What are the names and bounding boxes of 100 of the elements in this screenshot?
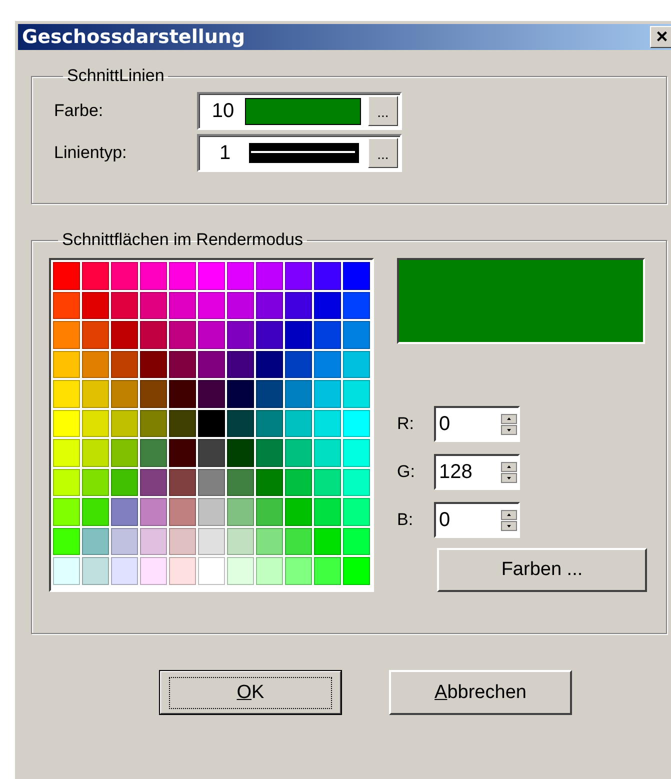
color-cell[interactable]: [227, 439, 254, 466]
color-cell[interactable]: [82, 410, 109, 437]
color-cell[interactable]: [111, 439, 138, 466]
color-cell[interactable]: [111, 292, 138, 319]
color-cell[interactable]: [343, 410, 370, 437]
color-cell[interactable]: [53, 321, 80, 348]
color-cell[interactable]: [53, 350, 80, 378]
color-cell[interactable]: [227, 350, 254, 378]
spin-field[interactable]: 0: [434, 406, 520, 442]
color-cell[interactable]: [227, 410, 254, 437]
color-cell[interactable]: [256, 321, 283, 348]
color-cell[interactable]: [53, 498, 80, 526]
color-cell[interactable]: [169, 292, 196, 319]
color-cell[interactable]: [343, 262, 370, 290]
color-cell[interactable]: [169, 528, 196, 555]
color-cell[interactable]: [314, 350, 341, 378]
color-cell[interactable]: [198, 557, 225, 584]
color-cell[interactable]: [53, 292, 80, 319]
color-cell[interactable]: [314, 292, 341, 319]
color-cell[interactable]: [256, 292, 283, 319]
color-cell[interactable]: [314, 380, 341, 408]
color-cell[interactable]: [314, 439, 341, 466]
color-cell[interactable]: [285, 292, 312, 319]
color-cell[interactable]: [53, 262, 80, 290]
color-cell[interactable]: [82, 292, 109, 319]
color-cell[interactable]: [285, 498, 312, 526]
color-cell[interactable]: [256, 498, 283, 526]
color-cell[interactable]: [169, 262, 196, 290]
color-cell[interactable]: [82, 321, 109, 348]
color-cell[interactable]: [198, 468, 225, 496]
color-cell[interactable]: [198, 262, 225, 290]
color-cell[interactable]: [343, 350, 370, 378]
color-cell[interactable]: [343, 557, 370, 584]
color-cell[interactable]: [140, 262, 167, 290]
color-cell[interactable]: [111, 468, 138, 496]
color-cell[interactable]: [53, 528, 80, 555]
color-cell[interactable]: [227, 498, 254, 526]
color-cell[interactable]: [53, 410, 80, 437]
line-type-field[interactable]: 1 ...: [197, 134, 402, 172]
color-cell[interactable]: [256, 557, 283, 584]
color-field[interactable]: 10 ...: [197, 92, 402, 130]
colors-button[interactable]: Farben ...: [437, 548, 647, 592]
color-cell[interactable]: [169, 350, 196, 378]
color-cell[interactable]: [343, 528, 370, 555]
color-cell[interactable]: [82, 262, 109, 290]
color-cell[interactable]: [140, 292, 167, 319]
color-cell[interactable]: [314, 528, 341, 555]
close-button[interactable]: ×: [650, 26, 671, 48]
color-cell[interactable]: [198, 528, 225, 555]
color-cell[interactable]: [285, 528, 312, 555]
color-cell[interactable]: [227, 292, 254, 319]
color-cell[interactable]: [82, 498, 109, 526]
color-cell[interactable]: [343, 439, 370, 466]
color-cell[interactable]: [314, 498, 341, 526]
color-cell[interactable]: [198, 292, 225, 319]
color-cell[interactable]: [227, 321, 254, 348]
color-cell[interactable]: [198, 439, 225, 466]
color-cell[interactable]: [140, 380, 167, 408]
color-cell[interactable]: [285, 468, 312, 496]
color-cell[interactable]: [285, 439, 312, 466]
color-cell[interactable]: [82, 528, 109, 555]
color-cell[interactable]: [256, 468, 283, 496]
color-cell[interactable]: [169, 439, 196, 466]
color-cell[interactable]: [53, 468, 80, 496]
color-cell[interactable]: [285, 321, 312, 348]
color-cell[interactable]: [169, 498, 196, 526]
color-cell[interactable]: [198, 498, 225, 526]
color-cell[interactable]: [53, 439, 80, 466]
color-cell[interactable]: [256, 380, 283, 408]
color-cell[interactable]: [111, 498, 138, 526]
color-cell[interactable]: [169, 468, 196, 496]
color-cell[interactable]: [314, 410, 341, 437]
browse-button[interactable]: ...: [368, 138, 398, 168]
color-cell[interactable]: [82, 350, 109, 378]
color-cell[interactable]: [111, 528, 138, 555]
color-cell[interactable]: [169, 321, 196, 348]
color-cell[interactable]: [285, 410, 312, 437]
color-cell[interactable]: [343, 292, 370, 319]
color-cell[interactable]: [343, 380, 370, 408]
color-cell[interactable]: [82, 557, 109, 584]
color-cell[interactable]: [198, 380, 225, 408]
color-cell[interactable]: [314, 557, 341, 584]
color-cell[interactable]: [140, 468, 167, 496]
color-cell[interactable]: [198, 321, 225, 348]
ok-button[interactable]: OK: [159, 670, 342, 715]
color-cell[interactable]: [343, 321, 370, 348]
color-cell[interactable]: [314, 262, 341, 290]
color-cell[interactable]: [314, 321, 341, 348]
color-cell[interactable]: [111, 350, 138, 378]
color-cell[interactable]: [256, 410, 283, 437]
cancel-button[interactable]: Abbrechen: [389, 670, 572, 715]
color-cell[interactable]: [140, 498, 167, 526]
color-cell[interactable]: [169, 380, 196, 408]
color-cell[interactable]: [53, 557, 80, 584]
color-cell[interactable]: [140, 410, 167, 437]
color-cell[interactable]: [285, 262, 312, 290]
color-cell[interactable]: [198, 410, 225, 437]
color-cell[interactable]: [285, 350, 312, 378]
color-cell[interactable]: [227, 262, 254, 290]
color-cell[interactable]: [169, 410, 196, 437]
